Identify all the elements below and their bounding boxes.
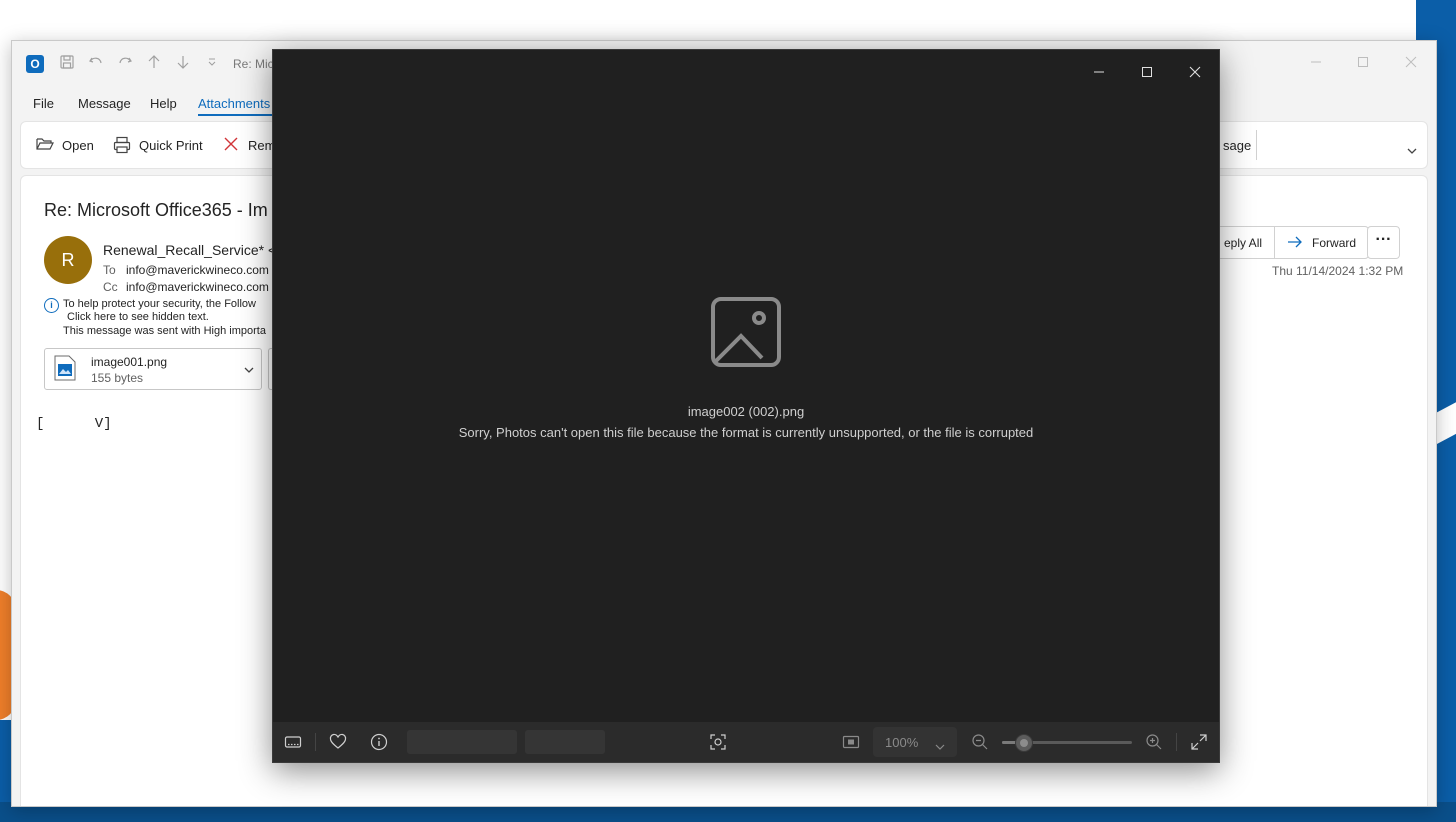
chevron-down-icon <box>935 738 945 750</box>
zoom-out-icon[interactable] <box>971 733 989 751</box>
toolbar-separator <box>315 733 316 751</box>
to-address[interactable]: info@maverickwineco.com <box>126 263 269 277</box>
focus-icon[interactable] <box>709 733 727 751</box>
down-arrow-icon[interactable] <box>173 54 193 74</box>
reply-actions: eply All Forward <box>1211 226 1370 259</box>
attachment-name: image001.png <box>91 355 168 369</box>
filmstrip-icon[interactable] <box>284 733 302 751</box>
quick-print-button[interactable]: Quick Print <box>113 134 203 156</box>
customize-toolbar-icon[interactable] <box>202 54 222 74</box>
minimize-button[interactable] <box>1304 53 1328 75</box>
active-tab-indicator <box>198 114 274 116</box>
message-partial-label: sage <box>1223 137 1252 153</box>
minimize-button[interactable] <box>1083 60 1115 84</box>
maximize-button[interactable] <box>1351 53 1375 75</box>
reply-all-label: eply All <box>1224 235 1263 250</box>
ribbon-divider <box>1256 130 1257 160</box>
forward-arrow-icon <box>1287 235 1303 251</box>
close-button[interactable] <box>1179 60 1211 84</box>
show-hidden-text-link[interactable]: Click here to see hidden text. <box>67 311 209 323</box>
redo-icon[interactable] <box>115 54 135 74</box>
toolbar-separator <box>1176 733 1177 751</box>
save-icon[interactable] <box>57 54 77 74</box>
menu-message[interactable]: Message <box>78 96 131 111</box>
up-arrow-icon[interactable] <box>144 54 164 74</box>
toolbar-placeholder-1 <box>407 730 517 754</box>
photos-toolbar: 100% <box>273 722 1219 762</box>
zoom-slider[interactable] <box>1002 734 1132 752</box>
menu-attachments[interactable]: Attachments <box>198 96 270 111</box>
menu-file[interactable]: File <box>33 96 54 111</box>
zoom-level: 100% <box>885 734 919 750</box>
photos-viewer-window: image002 (002).png Sorry, Photos can't o… <box>272 49 1220 763</box>
error-panel: image002 (002).png Sorry, Photos can't o… <box>273 296 1219 440</box>
fit-to-window-icon[interactable] <box>842 733 860 751</box>
info-line-1: To help protect your security, the Follo… <box>63 298 256 310</box>
zoom-slider-thumb[interactable] <box>1015 734 1034 752</box>
attachment-card[interactable]: image001.png 155 bytes <box>44 348 262 390</box>
zoom-in-icon[interactable] <box>1145 733 1163 751</box>
outlook-logo-icon: O <box>26 55 44 73</box>
avatar[interactable]: R <box>44 236 92 284</box>
chevron-down-icon[interactable] <box>1405 144 1419 158</box>
menu-help[interactable]: Help <box>150 96 177 111</box>
file-name: image002 (002).png <box>687 404 805 419</box>
undo-icon[interactable] <box>86 54 106 74</box>
quick-print-label: Quick Print <box>139 137 203 153</box>
maximize-button[interactable] <box>1131 60 1163 84</box>
forward-button[interactable]: Forward <box>1274 227 1368 258</box>
folder-open-icon <box>36 136 54 154</box>
info-icon: i <box>44 298 59 313</box>
chevron-down-icon[interactable] <box>243 363 255 375</box>
sender-name[interactable]: Renewal_Recall_Service* < <box>103 242 276 258</box>
heart-icon[interactable] <box>329 733 347 751</box>
open-button[interactable]: Open <box>36 134 94 156</box>
image-placeholder-icon <box>710 296 782 368</box>
fullscreen-icon[interactable] <box>1190 733 1208 751</box>
remove-x-icon <box>222 136 240 154</box>
toolbar-placeholder-2 <box>525 730 605 754</box>
received-date: Thu 11/14/2024 1:32 PM <box>1272 264 1404 278</box>
message-partial-button[interactable]: sage <box>1223 134 1251 156</box>
cc-address[interactable]: info@maverickwineco.com <box>126 280 269 294</box>
remove-attachment-button[interactable]: Rem <box>222 134 275 156</box>
to-label: To <box>103 263 116 277</box>
image-file-icon <box>54 355 76 381</box>
printer-icon <box>113 136 131 154</box>
open-label: Open <box>62 137 94 153</box>
info-line-3: This message was sent with High importa <box>63 325 266 337</box>
zoom-level-dropdown[interactable]: 100% <box>873 727 957 757</box>
more-icon[interactable]: ··· <box>1367 226 1400 259</box>
window-title: Re: Mic <box>233 57 274 71</box>
attachment-size: 155 bytes <box>91 371 144 385</box>
forward-label: Forward <box>1312 235 1357 250</box>
error-message: Sorry, Photos can't open this file becau… <box>458 425 1034 440</box>
reply-all-button[interactable]: eply All <box>1212 227 1274 258</box>
close-button[interactable] <box>1399 53 1423 75</box>
email-body: [ V] <box>36 416 112 432</box>
info-circle-icon[interactable] <box>370 733 388 751</box>
cc-label: Cc <box>103 280 118 294</box>
email-subject: Re: Microsoft Office365 - Im <box>44 200 268 220</box>
